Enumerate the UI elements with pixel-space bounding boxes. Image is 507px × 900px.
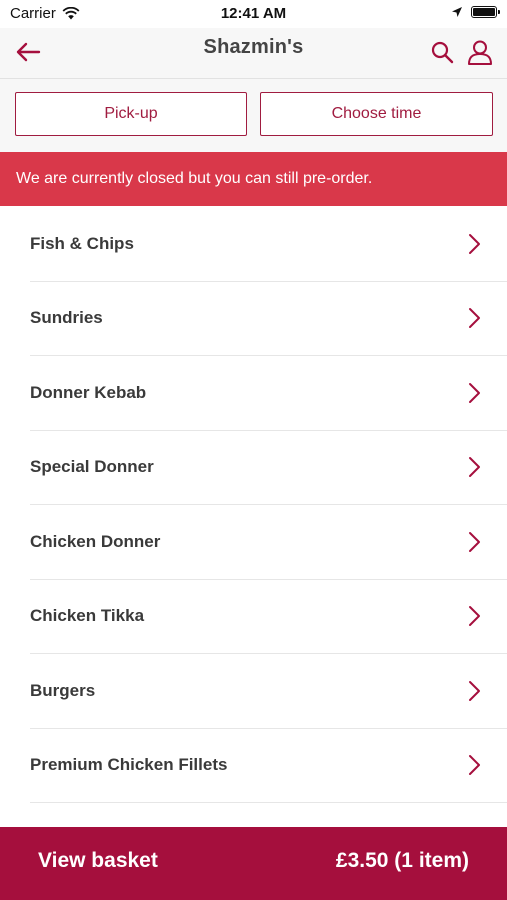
menu-category-list: Fish & Chips Sundries Donner Kebab Speci… [0,207,507,803]
status-time: 12:41 AM [220,5,287,22]
status-right [451,6,500,18]
chevron-right-icon [469,457,480,478]
menu-category-item[interactable]: Chicken Donner [30,505,507,580]
menu-category-item[interactable]: Special Donner [30,431,507,505]
search-icon [431,41,454,64]
battery-icon [471,6,500,18]
menu-category-label: Fish & Chips [30,233,134,253]
menu-category-item[interactable]: Premium Chicken Fillets [30,729,507,803]
menu-category-label: Burgers [30,680,96,700]
chevron-right-icon [469,606,480,627]
basket-total: £3.50 (1 item) [335,849,469,872]
menu-category-label: Special Donner [30,457,154,477]
chevron-right-icon [469,233,480,254]
account-icon [468,40,492,65]
basket-label: View basket [38,849,158,872]
view-basket-button[interactable]: View basket £3.50 (1 item) [0,827,507,900]
menu-category-item[interactable]: Chicken Tikka [30,580,507,654]
chevron-right-icon [469,755,480,776]
menu-category-label: Premium Chicken Fillets [30,755,228,775]
menu-category-item[interactable]: Sundries [30,282,507,356]
menu-category-item[interactable]: Fish & Chips [30,207,507,282]
chevron-right-icon [469,382,480,403]
search-button[interactable] [426,34,458,70]
app-header: Shazmin's [0,28,507,79]
chevron-right-icon [469,308,480,329]
account-button[interactable] [464,34,496,70]
menu-category-item[interactable]: Donner Kebab [30,356,507,431]
order-options-bar: Pick-up Choose time [0,79,507,152]
menu-category-label: Donner Kebab [30,382,147,402]
chevron-right-icon [469,531,480,552]
menu-category-item[interactable]: Burgers [30,654,507,729]
location-arrow-icon [452,7,462,17]
menu-category-label: Chicken Donner [30,531,161,551]
closed-banner: We are currently closed but you can stil… [0,152,507,206]
choose-time-button[interactable]: Choose time [260,92,493,136]
menu-category-label: Sundries [30,308,103,328]
pickup-button[interactable]: Pick-up [15,92,247,136]
menu-category-label: Chicken Tikka [30,606,145,626]
chevron-right-icon [469,680,480,701]
status-bar: Carrier 12:41 AM [0,0,507,28]
